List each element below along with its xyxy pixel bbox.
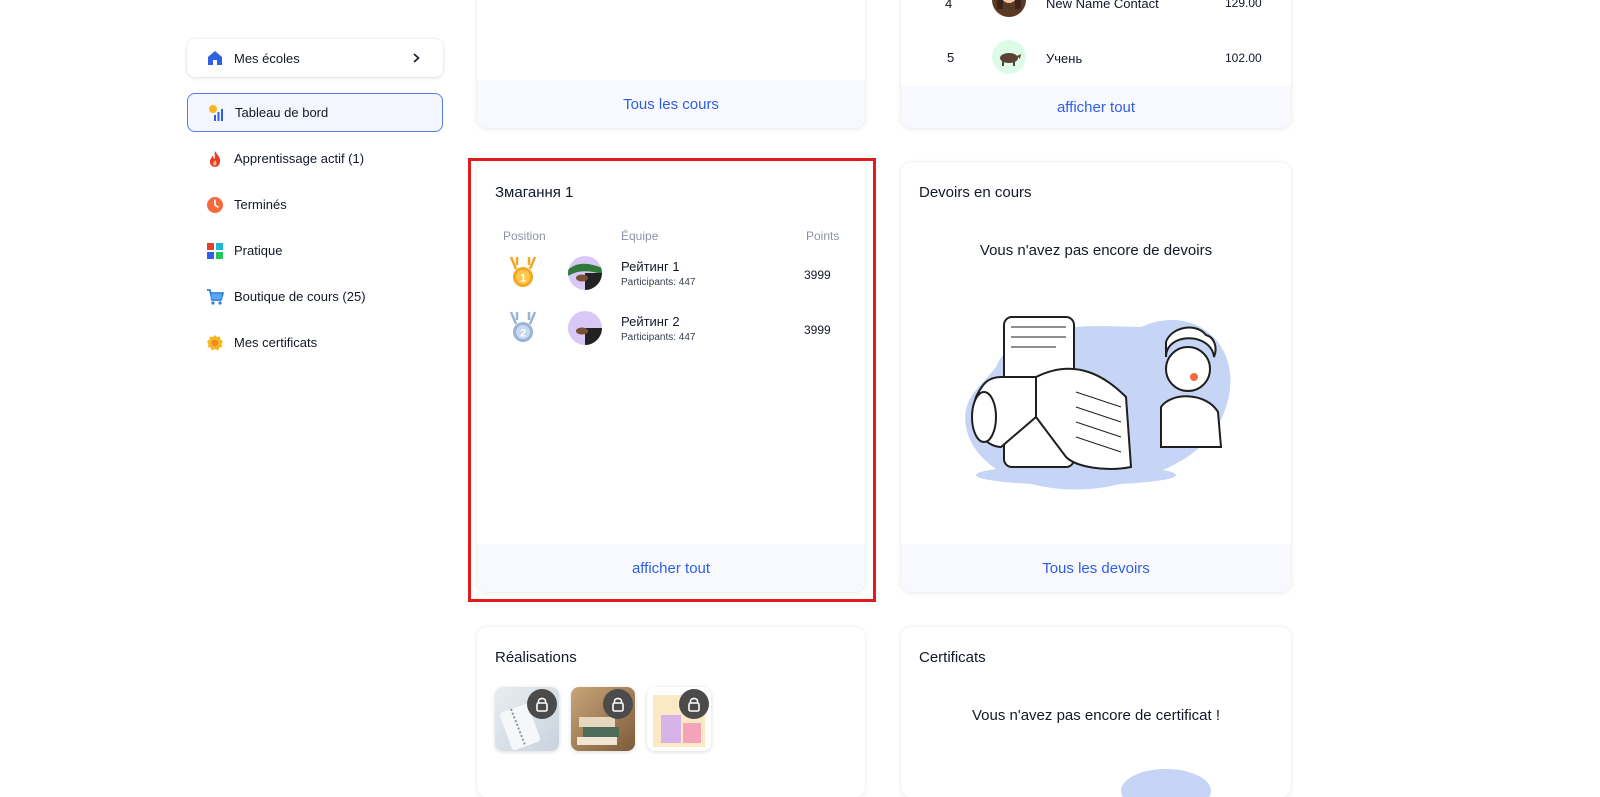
row-position: 4 [945,0,953,11]
leaderboard-view-all-link[interactable]: afficher tout [901,86,1291,128]
leaderboard-card: 4 New Name Contact 129.00 5 Учень 102.00… [901,0,1291,128]
silver-medal-icon: 2 [507,310,539,351]
certificate-icon [206,334,224,352]
clock-icon [206,196,224,214]
certificates-card: Certificats Vous n'avez pas encore de ce… [901,627,1291,797]
competition-card: Змагання 1 Position Équipe Points 1 Рейт… [477,162,865,592]
cart-icon [206,288,224,306]
position-column-header: Position [503,229,546,243]
fire-icon [206,150,224,168]
all-homework-link[interactable]: Tous les devoirs [901,544,1291,592]
team-name: Рейтинг 2 [621,314,680,329]
sidebar-item-active-learning[interactable]: Apprentissage actif (1) [187,139,443,178]
chevron-right-icon [407,49,425,67]
lock-icon [679,689,709,719]
sidebar-item-practice[interactable]: Pratique [187,231,443,270]
gold-medal-icon: 1 [507,255,539,296]
lock-icon [527,689,557,719]
row-points: 102.00 [1225,51,1262,65]
avatar [568,256,602,290]
my-schools-button[interactable]: Mes écoles [187,39,443,77]
row-name: Учень [1046,51,1083,66]
team-participants: Participants: 447 [621,277,696,288]
certificates-empty-message: Vous n'avez pas encore de certificat ! [971,707,1220,724]
lock-icon [603,689,633,719]
empty-certificates-illustration [1121,761,1221,797]
team-participants: Participants: 447 [621,332,696,343]
home-icon [206,49,224,67]
dashboard-icon [207,104,225,122]
competition-title: Змагання 1 [495,184,574,201]
row-name: New Name Contact [1046,0,1159,11]
achievement-badge-locked[interactable] [647,687,711,751]
all-courses-link[interactable]: Tous les cours [477,80,865,128]
sidebar-item-label: Terminés [234,197,287,212]
sidebar-item-label: Tableau de bord [235,105,329,120]
sidebar-item-certificates[interactable]: Mes certificats [187,323,443,362]
grid-icon [206,242,224,260]
empty-homework-illustration [956,297,1236,502]
row-position: 5 [947,50,955,65]
achievement-badge-locked[interactable] [495,687,559,751]
team-column-header: Équipe [621,229,659,243]
sidebar-item-course-shop[interactable]: Boutique de cours (25) [187,277,443,316]
sidebar-item-label: Apprentissage actif (1) [234,151,365,166]
achievements-title: Réalisations [495,649,577,666]
achievement-badge-locked[interactable] [571,687,635,751]
homework-title: Devoirs en cours [919,184,1032,201]
homework-card: Devoirs en cours Vous n'avez pas encore … [901,162,1291,592]
sidebar-item-label: Mes certificats [234,335,318,350]
team-points: 3999 [804,268,831,282]
sidebar-item-label: Pratique [234,243,283,258]
courses-card: Tous les cours [477,0,865,128]
my-schools-label: Mes écoles [234,50,300,66]
homework-empty-message: Vous n'avez pas encore de devoirs [979,242,1213,259]
points-column-header: Points [806,229,840,243]
avatar [992,0,1026,17]
team-points: 3999 [804,323,831,337]
sidebar-item-completed[interactable]: Terminés [187,185,443,224]
sidebar-item-label: Boutique de cours (25) [234,289,366,304]
certificates-title: Certificats [919,649,986,666]
avatar [992,40,1026,74]
team-name: Рейтинг 1 [621,259,680,274]
competition-view-all-link[interactable]: afficher tout [477,544,865,592]
row-points: 129.00 [1225,0,1262,10]
sidebar-item-dashboard[interactable]: Tableau de bord [187,93,443,132]
svg-text:1: 1 [520,273,526,285]
avatar [568,311,602,345]
svg-text:2: 2 [520,328,526,340]
